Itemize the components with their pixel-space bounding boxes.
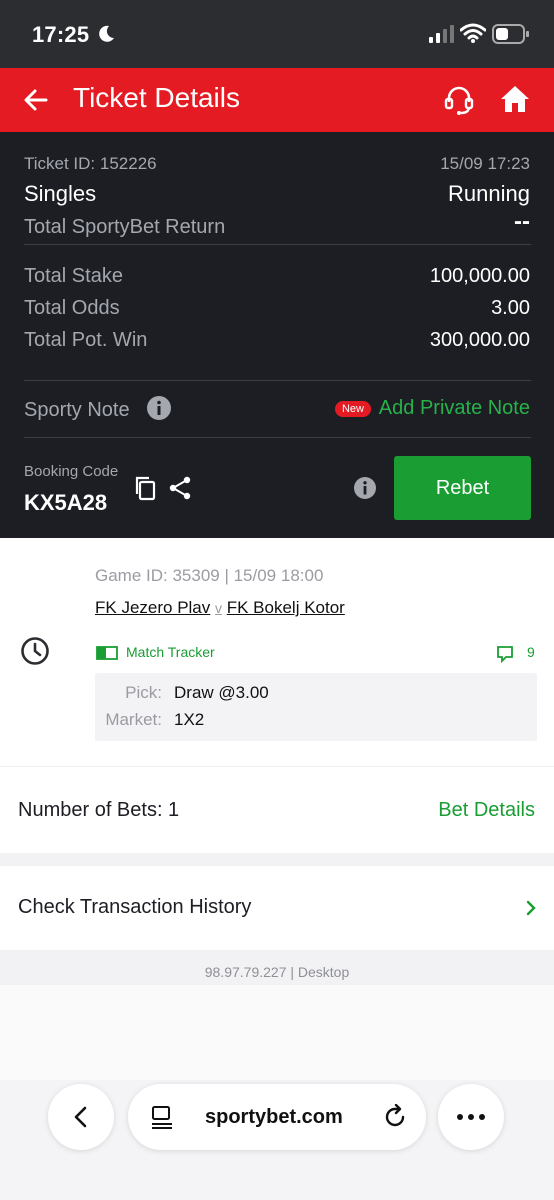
wifi-icon (460, 23, 486, 43)
page-title: Ticket Details (73, 82, 241, 113)
client-info: 98.97.79.227 | Desktop (204, 964, 350, 980)
headset-support-icon[interactable] (442, 83, 476, 117)
transaction-history-label[interactable]: Check Transaction History (18, 896, 251, 919)
sporty-note-label: Sporty Note (24, 399, 130, 421)
odds-label: Total Odds (24, 297, 120, 319)
reload-icon[interactable] (382, 1104, 408, 1130)
divider (24, 244, 531, 245)
browser-more-button[interactable] (438, 1084, 504, 1150)
odds-value: 3.00 (491, 297, 530, 319)
status-time: 17:25 (32, 22, 90, 47)
stake-value: 100,000.00 (429, 265, 530, 287)
pick-label: Pick: (125, 683, 162, 702)
more-dots-icon (457, 1114, 485, 1120)
booking-code: KX5A28 (24, 490, 108, 515)
home-icon[interactable] (498, 82, 532, 116)
versus-label: v (215, 600, 222, 616)
clock-icon (21, 637, 49, 665)
new-badge: New (335, 401, 371, 417)
match-teams[interactable]: FK Jezero Plav v FK Bokelj Kotor (95, 598, 345, 618)
home-team[interactable]: FK Jezero Plav (95, 598, 210, 617)
battery-icon (492, 24, 529, 44)
number-of-bets: Number of Bets: 1 (18, 799, 180, 821)
moon-icon (99, 25, 114, 42)
info-icon[interactable] (146, 395, 172, 421)
transaction-history-row[interactable]: Check Transaction History (0, 866, 554, 950)
status-bar: 17:25 (0, 0, 554, 68)
ticket-summary: Ticket ID: 152226 15/09 17:23 Singles Ru… (0, 132, 554, 538)
ticket-id: Ticket ID: 152226 (24, 154, 157, 173)
booking-code-label: Booking Code (24, 463, 119, 480)
app-header: Ticket Details (0, 68, 554, 132)
browser-toolbar: sportybet.com (0, 1080, 554, 1200)
chevron-right-icon[interactable] (524, 899, 538, 917)
back-arrow-icon[interactable] (20, 84, 52, 116)
match-tracker-label[interactable]: Match Tracker (126, 644, 215, 660)
divider (24, 380, 531, 381)
bet-type: Singles (24, 181, 97, 206)
ticket-datetime: 15/09 17:23 (440, 154, 530, 173)
signal-icon (429, 25, 454, 43)
game-meta: Game ID: 35309 | 15/09 18:00 (95, 566, 324, 585)
away-team[interactable]: FK Bokelj Kotor (227, 598, 345, 617)
potwin-label: Total Pot. Win (24, 329, 148, 351)
pick-value: Draw @3.00 (174, 683, 269, 702)
share-icon[interactable] (168, 475, 192, 501)
return-value: -- (514, 208, 530, 235)
comment-icon[interactable] (496, 645, 514, 663)
url-text[interactable]: sportybet.com (205, 1106, 343, 1129)
page-menu-icon[interactable] (150, 1105, 174, 1129)
potwin-value: 300,000.00 (429, 329, 530, 351)
game-card: Game ID: 35309 | 15/09 18:00 FK Jezero P… (0, 538, 554, 766)
market-value: 1X2 (174, 710, 205, 729)
copy-icon[interactable] (133, 475, 157, 501)
divider (24, 437, 531, 438)
rebet-button[interactable]: Rebet (394, 456, 531, 520)
stake-label: Total Stake (24, 265, 123, 287)
market-label: Market: (105, 710, 162, 729)
ticket-status: Running (448, 181, 530, 206)
info-icon[interactable] (353, 476, 377, 500)
return-label: Total SportyBet Return (24, 216, 226, 238)
add-private-note-link[interactable]: Add Private Note (379, 397, 530, 420)
comment-count: 9 (527, 644, 535, 660)
bets-row: Number of Bets: 1 Bet Details (0, 767, 554, 853)
match-tracker-icon[interactable] (96, 646, 118, 660)
chevron-left-icon (74, 1106, 87, 1128)
browser-back-button[interactable] (48, 1084, 114, 1150)
pick-box: Pick: Draw @3.00 Market: 1X2 (95, 673, 537, 741)
address-bar[interactable]: sportybet.com (128, 1084, 426, 1150)
bet-details-link[interactable]: Bet Details (438, 799, 535, 822)
